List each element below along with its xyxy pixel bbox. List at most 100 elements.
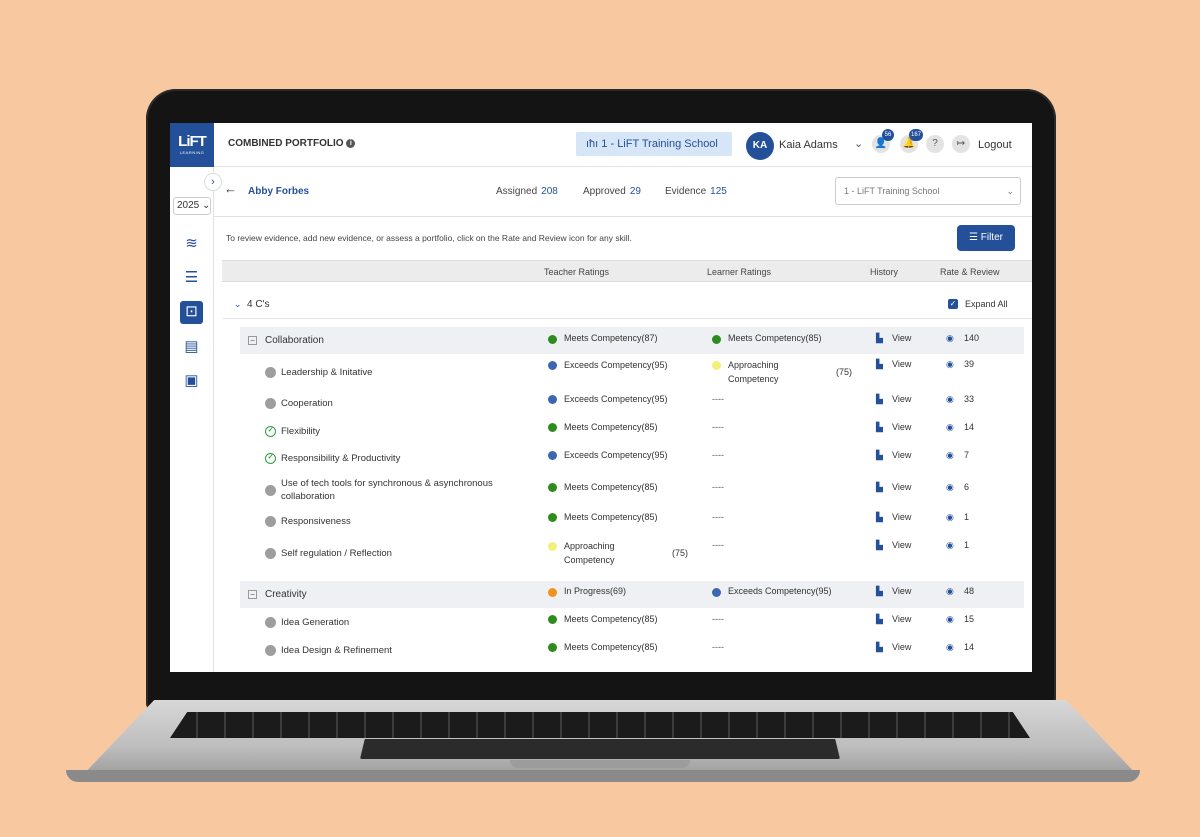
skill-row[interactable]: Idea Generation Meets Competency(85) ---… [240, 614, 1024, 635]
review-count: 7 [964, 450, 970, 460]
col-history: History [870, 267, 899, 277]
view-history-link[interactable]: View [892, 482, 911, 492]
presentation-icon[interactable]: ▣ [180, 370, 203, 393]
view-history-link[interactable]: View [892, 512, 911, 522]
review-count: 14 [964, 642, 975, 652]
rating-dot [548, 451, 557, 460]
skill-row[interactable]: ✓ Responsibility & Productivity Exceeds … [240, 450, 1024, 471]
eye-icon[interactable]: ◉ [946, 642, 954, 653]
year-select[interactable]: 2025 ⌄ [173, 197, 211, 215]
skill-name: Self regulation / Reflection [281, 548, 392, 559]
info-icon[interactable]: i [346, 138, 356, 148]
lift-logo[interactable]: LiFT LEARNING [170, 123, 214, 167]
help-icon[interactable]: ? [926, 135, 944, 153]
view-history-link[interactable]: View [892, 586, 911, 596]
layers-icon[interactable]: ≋ [180, 233, 203, 256]
eye-icon[interactable]: ◉ [946, 333, 954, 344]
chart-icon[interactable]: ▙ [876, 614, 883, 625]
chart-icon[interactable]: ▙ [876, 512, 883, 523]
skill-status-dot [265, 485, 276, 496]
skill-name: Idea Generation [281, 617, 350, 628]
eye-icon[interactable]: ◉ [946, 586, 954, 597]
chevron-down-icon[interactable]: ⌄ [854, 137, 863, 150]
learner-rating: ---- [712, 614, 724, 624]
eye-icon[interactable]: ◉ [946, 482, 954, 493]
skill-row[interactable]: Responsiveness Meets Competency(85) ----… [240, 512, 1024, 533]
chart-icon[interactable]: ▙ [876, 586, 883, 597]
skill-row[interactable]: Idea Design & Refinement Meets Competenc… [240, 642, 1024, 663]
user-name[interactable]: Kaia Adams [779, 139, 838, 151]
chart-icon[interactable]: ▙ [876, 450, 883, 461]
student-bar: ← Abby Forbes Assigned 208 Approved 29 Evi… [214, 167, 1032, 217]
expand-all-label[interactable]: Expand All [965, 299, 1008, 309]
users-badge: 56 [882, 129, 894, 141]
chart-icon[interactable]: ▙ [876, 540, 883, 551]
skill-row[interactable]: Self regulation / Reflection Approaching… [240, 539, 1024, 569]
eye-icon[interactable]: ◉ [946, 422, 954, 433]
learner-rating: ---- [712, 422, 724, 432]
stack-icon[interactable]: ☰ [180, 267, 203, 290]
chart-icon[interactable]: ▙ [876, 642, 883, 653]
skill-row[interactable]: Cooperation Exceeds Competency(95) ---- … [240, 394, 1024, 415]
school-select[interactable]: 1 - LiFT Training School ⌄ [835, 177, 1021, 205]
sidebar-expand-chevron-icon[interactable]: › [204, 173, 222, 191]
eye-icon[interactable]: ◉ [946, 512, 954, 523]
portfolio-briefcase-icon[interactable]: ⊡ [180, 301, 203, 324]
skill-row[interactable]: Leadership & Initative Exceeds Competenc… [240, 358, 1024, 388]
chart-icon[interactable]: ▙ [876, 359, 883, 370]
view-history-link[interactable]: View [892, 642, 911, 652]
view-history-link[interactable]: View [892, 450, 911, 460]
learner-rating: Exceeds Competency(95) [728, 586, 832, 596]
review-count: 1 [964, 540, 970, 550]
avatar[interactable]: KA [746, 132, 774, 160]
chart-icon[interactable]: ▙ [876, 422, 883, 433]
teacher-rating: Meets Competency(85) [564, 482, 658, 492]
eye-icon[interactable]: ◉ [946, 359, 954, 370]
chevron-down-icon[interactable]: ⌄ [234, 299, 242, 310]
report-document-icon[interactable]: ▤ [180, 336, 203, 359]
chart-icon[interactable]: ▙ [876, 333, 883, 344]
expand-all-checkbox[interactable]: ✓ [948, 299, 958, 309]
category-row[interactable]: − Collaboration Meets Competency(87) Mee… [240, 327, 1024, 354]
learner-rating: ---- [712, 642, 724, 652]
group-row[interactable]: ⌄ 4 C's ✓ Expand All [222, 293, 1032, 319]
skill-row[interactable]: ✓ Flexibility Meets Competency(85) ---- … [240, 422, 1024, 443]
eye-icon[interactable]: ◉ [946, 540, 954, 551]
logout-icon[interactable]: ↦ [952, 135, 970, 153]
school-building-icon: ıħı [586, 138, 599, 150]
back-arrow-icon[interactable]: ← [224, 181, 237, 196]
chevron-down-icon: ⌄ [1006, 186, 1014, 196]
view-history-link[interactable]: View [892, 333, 911, 343]
category-row[interactable]: − Creativity In Progress(69) Exceeds Com… [240, 581, 1024, 608]
view-history-link[interactable]: View [892, 359, 911, 369]
laptop-notch [510, 760, 690, 768]
filter-button[interactable]: ☰ Filter [957, 225, 1015, 251]
col-rate-review: Rate & Review [940, 267, 1000, 277]
view-history-link[interactable]: View [892, 614, 911, 624]
chart-icon[interactable]: ▙ [876, 482, 883, 493]
rating-dot [548, 643, 557, 652]
teacher-rating: Meets Competency(85) [564, 642, 658, 652]
view-history-link[interactable]: View [892, 540, 911, 550]
learner-rating: Approaching [728, 360, 779, 370]
rating-dot [548, 395, 557, 404]
teacher-rating: Exceeds Competency(95) [564, 360, 668, 370]
collapse-minus-icon[interactable]: − [248, 590, 257, 599]
col-learner-ratings: Learner Ratings [707, 267, 772, 277]
eye-icon[interactable]: ◉ [946, 614, 954, 625]
school-switcher[interactable]: ıħı 1 - LiFT Training School [576, 132, 732, 156]
laptop-base [66, 770, 1140, 782]
check-circle-icon: ✓ [265, 453, 276, 464]
skill-name: Cooperation [281, 398, 333, 409]
view-history-link[interactable]: View [892, 394, 911, 404]
review-count: 14 [964, 422, 975, 432]
student-name[interactable]: Abby Forbes [248, 186, 309, 197]
eye-icon[interactable]: ◉ [946, 450, 954, 461]
teacher-rating: Meets Competency(85) [564, 614, 658, 624]
skill-row[interactable]: Use of tech tools for synchronous & asyn… [240, 477, 1024, 507]
collapse-minus-icon[interactable]: − [248, 336, 257, 345]
view-history-link[interactable]: View [892, 422, 911, 432]
chart-icon[interactable]: ▙ [876, 394, 883, 405]
eye-icon[interactable]: ◉ [946, 394, 954, 405]
logout-button[interactable]: Logout [978, 139, 1012, 151]
